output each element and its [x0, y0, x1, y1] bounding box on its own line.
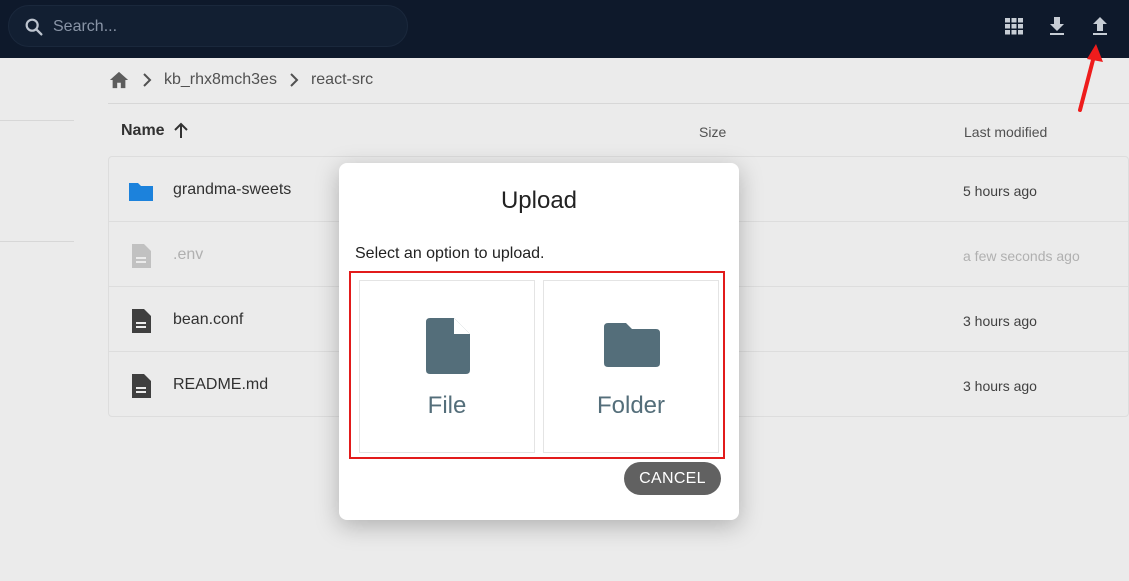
option-label: File — [427, 392, 467, 419]
annotation-arrow-icon — [1078, 44, 1103, 112]
dialog-title: Upload — [500, 187, 578, 214]
option-label: Folder — [596, 392, 666, 419]
cancel-button[interactable]: CANCEL — [624, 462, 721, 495]
upload-file-option[interactable]: File — [359, 280, 535, 453]
upload-folder-option[interactable]: Folder — [543, 280, 719, 453]
folder-icon — [604, 323, 660, 367]
upload-dialog: Upload Select an option to upload. File … — [339, 163, 739, 520]
dialog-subtitle: Select an option to upload. — [355, 245, 545, 262]
file-icon — [426, 318, 470, 374]
